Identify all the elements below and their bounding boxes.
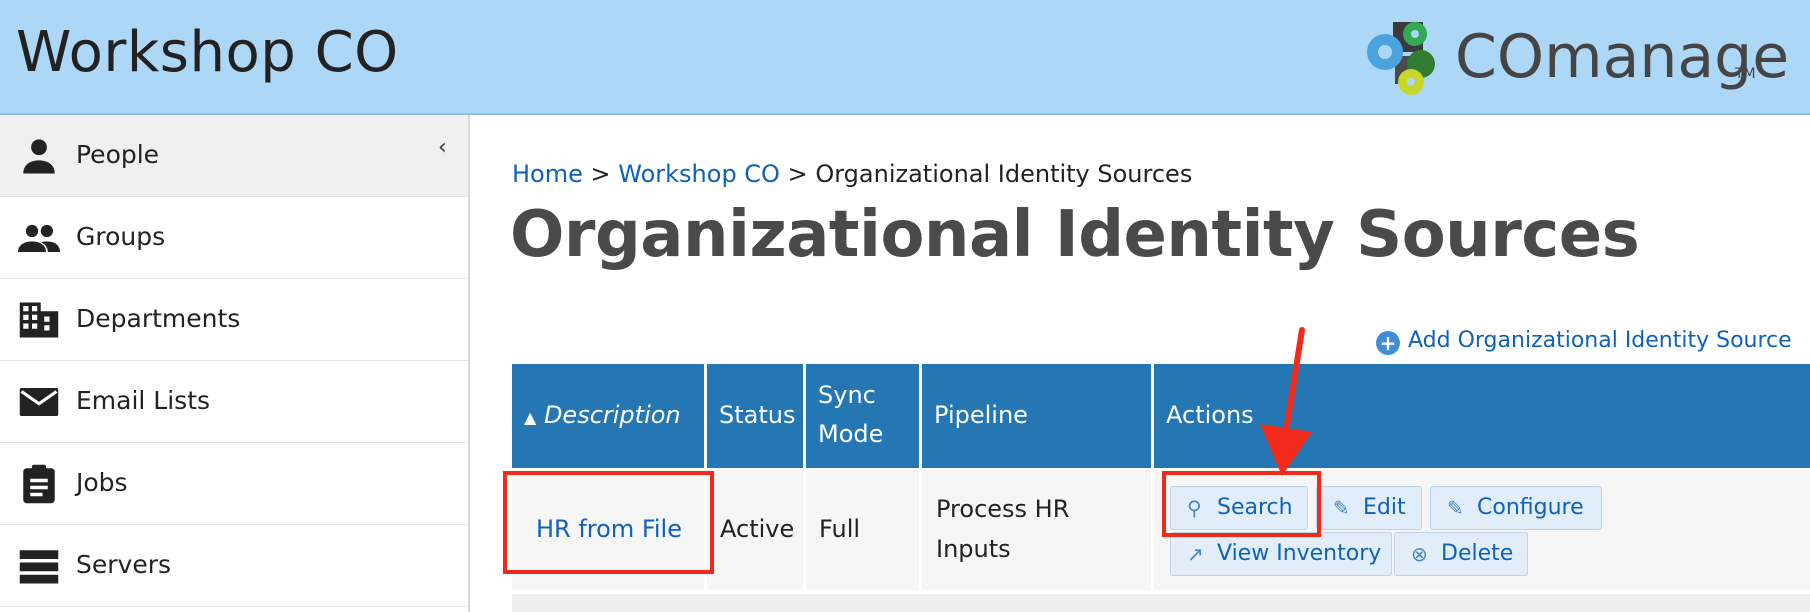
pencil-icon: ✎ bbox=[1447, 496, 1464, 520]
clipboard-icon bbox=[23, 464, 55, 504]
group-icon bbox=[18, 224, 60, 252]
delete-circle-icon: ⊗ bbox=[1411, 542, 1428, 566]
pipeline-value-line2: Inputs bbox=[936, 535, 1011, 563]
person-icon bbox=[23, 139, 55, 174]
column-header-pipeline: Pipeline bbox=[922, 364, 1151, 468]
sidebar-item-email-lists[interactable]: Email Lists bbox=[0, 361, 468, 443]
sort-description: ▲ Description bbox=[524, 401, 681, 429]
column-label-line1: Sync bbox=[818, 381, 876, 409]
highlight-box-description bbox=[503, 471, 714, 574]
sidebar-item-label: People bbox=[76, 140, 160, 169]
pencil-icon: ✎ bbox=[1333, 496, 1350, 520]
breadcrumb-current: Organizational Identity Sources bbox=[815, 160, 1193, 188]
table-row bbox=[512, 594, 1810, 612]
column-label: Actions bbox=[1166, 401, 1254, 429]
view-inventory-button[interactable]: ↗ View Inventory bbox=[1170, 532, 1392, 576]
chevron-left-icon[interactable]: ‹ bbox=[438, 135, 447, 160]
add-org-identity-source-link[interactable]: + Add Organizational Identity Source bbox=[1376, 328, 1792, 355]
table-cell-sync-mode: Full bbox=[806, 470, 919, 590]
column-label: Pipeline bbox=[934, 401, 1028, 429]
button-label: View Inventory bbox=[1217, 541, 1382, 566]
co-title: Workshop CO bbox=[16, 20, 399, 85]
delete-button[interactable]: ⊗ Delete bbox=[1394, 532, 1528, 576]
add-link-label: Add Organizational Identity Source bbox=[1408, 328, 1792, 353]
add-circle-icon: + bbox=[1376, 331, 1400, 355]
app-header: Workshop CO COmanage TM bbox=[0, 0, 1810, 115]
red-arrow-icon bbox=[1260, 327, 1312, 476]
column-header-sync-mode: Sync Mode bbox=[806, 364, 919, 468]
building-icon bbox=[19, 302, 59, 338]
breadcrumb-home-link[interactable]: Home bbox=[512, 160, 583, 188]
sidebar-item-departments[interactable]: Departments bbox=[0, 279, 468, 361]
button-label: Edit bbox=[1363, 495, 1406, 520]
logo-trademark: TM bbox=[1735, 66, 1756, 82]
sort-ascending-icon: ▲ bbox=[524, 408, 537, 427]
table-cell-pipeline: Process HR Inputs bbox=[922, 470, 1151, 590]
sidebar-item-groups[interactable]: Groups bbox=[0, 197, 468, 279]
column-header-status: Status bbox=[707, 364, 803, 468]
external-link-icon: ↗ bbox=[1187, 542, 1204, 566]
breadcrumb-separator: > bbox=[590, 160, 611, 188]
sidebar-item-servers[interactable]: Servers bbox=[0, 525, 468, 607]
button-label: Configure bbox=[1477, 495, 1584, 520]
sidebar-item-label: Departments bbox=[76, 304, 241, 333]
breadcrumb-co-link[interactable]: Workshop CO bbox=[618, 160, 780, 188]
column-label: Description bbox=[543, 401, 681, 429]
gears-logo-icon bbox=[1367, 22, 1435, 95]
breadcrumb: Home > Workshop CO > Organizational Iden… bbox=[512, 160, 1192, 188]
sidebar-item-jobs[interactable]: Jobs bbox=[0, 443, 468, 525]
sidebar-item-label: Groups bbox=[76, 222, 166, 251]
page-title: Organizational Identity Sources bbox=[510, 198, 1640, 272]
servers-icon bbox=[19, 550, 59, 584]
button-label: Delete bbox=[1441, 541, 1514, 566]
column-label: Status bbox=[719, 401, 796, 429]
sidebar-item-label: Servers bbox=[76, 550, 172, 579]
edit-button[interactable]: ✎ Edit bbox=[1316, 486, 1422, 530]
comanage-logo: COmanage TM bbox=[1363, 16, 1789, 96]
configure-button[interactable]: ✎ Configure bbox=[1430, 486, 1602, 530]
table-cell-status: Active bbox=[707, 470, 803, 590]
sidebar-item-people[interactable]: People ‹ bbox=[0, 115, 468, 197]
sidebar: People ‹ Groups Departments Email Lists … bbox=[0, 115, 470, 612]
status-value: Active bbox=[720, 515, 795, 543]
column-header-description[interactable]: ▲ Description bbox=[512, 364, 704, 468]
column-label-line2: Mode bbox=[818, 420, 884, 448]
sidebar-item-label: Email Lists bbox=[76, 386, 211, 415]
pipeline-value-line1: Process HR bbox=[936, 495, 1070, 523]
sidebar-item-label: Jobs bbox=[76, 468, 128, 497]
sync-mode-value: Full bbox=[819, 515, 861, 543]
breadcrumb-separator: > bbox=[787, 160, 808, 188]
email-icon bbox=[19, 388, 59, 416]
